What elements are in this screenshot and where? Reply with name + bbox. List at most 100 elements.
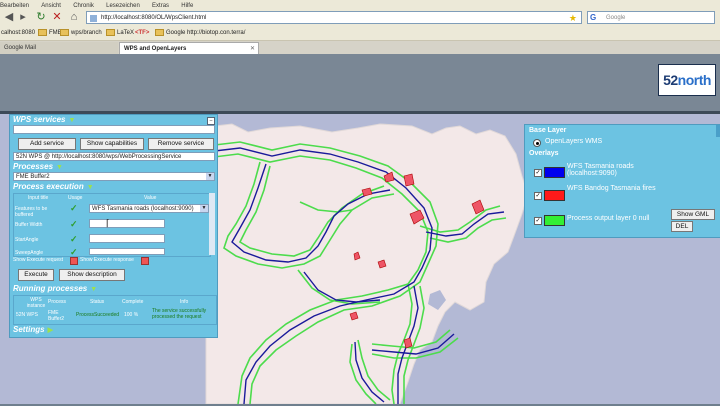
exec-row-label: Buffer Width (15, 222, 43, 228)
base-layer-label: OpenLayers WMS (545, 138, 603, 145)
exec-row-label: SweepAngle (15, 250, 44, 256)
response-xml-icon[interactable] (141, 257, 149, 265)
processes-header[interactable]: Processes ▼ (13, 162, 63, 171)
bookmark-google[interactable]: Google (155, 27, 185, 40)
overlay-checkbox-roads[interactable]: ✓ (534, 169, 542, 177)
page-favicon-icon (90, 15, 97, 22)
layer-switcher-panel: Base Layer OpenLayers WMS Overlays ✓ WFS… (524, 124, 720, 238)
process-execution-header[interactable]: Process execution ▼ (13, 182, 94, 191)
text-cursor-icon: ⌈ (106, 218, 110, 228)
delete-layer-button[interactable]: DEL (671, 221, 693, 232)
chevron-down-icon: ▼ (200, 205, 208, 212)
chevron-down-icon: ▼ (206, 173, 214, 180)
browser-menubar: Bearbeiten Ansicht Chronik Lesezeichen E… (0, 0, 720, 9)
exec-header-usage: Usage (68, 195, 83, 201)
check-icon: ✓ (70, 234, 78, 244)
bookmark-biotop[interactable]: http://biotop.con.terra/ (187, 27, 245, 40)
bookmark-wps-branch[interactable]: wps/branch (60, 27, 102, 40)
execution-table: Input title Usage Value Features to be b… (13, 193, 211, 257)
show-execute-response-link[interactable]: Show Execute response (80, 257, 134, 263)
folder-icon (60, 28, 69, 36)
overlays-header: Overlays (529, 150, 559, 157)
show-description-button[interactable]: Show description (59, 269, 125, 281)
url-bar[interactable]: http://localhost:8080/OL/WpsClient.html … (86, 11, 582, 24)
reload-icon[interactable]: ↻ (34, 11, 48, 24)
collapse-layer-switcher-button[interactable] (716, 125, 720, 137)
overlay-checkbox-fires[interactable]: ✓ (534, 192, 542, 200)
home-icon[interactable]: ⌂ (67, 11, 81, 24)
exec-row-label: StartAngle (15, 237, 39, 243)
search-placeholder: Google (606, 15, 626, 21)
search-input[interactable]: G Google (587, 11, 715, 24)
process-select[interactable]: FME Buffer2 ▼ (13, 172, 215, 181)
execution-scrollbar[interactable] (209, 193, 215, 255)
tab-wps-openlayers[interactable]: WPS and OpenLayers ✕ (119, 42, 259, 54)
running-processes-header[interactable]: Running processes ▼ (13, 284, 97, 293)
bookmark-tf[interactable]: <TF> (135, 27, 149, 40)
running-header-instance: WPS instance (26, 297, 46, 309)
running-header-info: Info (180, 299, 189, 305)
52north-logo: 52north (658, 64, 716, 96)
running-cell-process: FME Buffer2 (48, 310, 65, 322)
back-icon[interactable]: ◀ (2, 11, 16, 24)
show-execute-request-link[interactable]: Show Execute request (13, 257, 63, 263)
request-xml-icon[interactable] (70, 257, 78, 265)
folder-icon (155, 28, 164, 36)
collapse-triangle-icon: ▼ (86, 184, 94, 191)
show-capabilities-button[interactable]: Show capabilities (80, 138, 144, 150)
running-cell-info: The service successfully processed the r… (152, 308, 207, 320)
features-select[interactable]: WFS Tasmania roads (localhost:9090) ▼ (89, 204, 209, 213)
running-cell-complete: 100 % (124, 312, 139, 318)
wps-client-panel: – WPS services ▼ Add service Show capabil… (9, 114, 218, 338)
running-header-process: Process (48, 299, 67, 305)
bookmark-fme[interactable]: FME (38, 27, 62, 40)
running-cell-status: ProcessSucceeded (76, 312, 120, 318)
expand-triangle-icon: ▶ (47, 327, 53, 334)
running-header-complete: Complete (122, 299, 144, 305)
running-processes-table: WPS instance Process Status Complete Inf… (13, 295, 217, 325)
bookmark-localhost[interactable]: calhost:8080 (1, 27, 35, 40)
service-url-input[interactable] (13, 125, 215, 134)
execute-button[interactable]: Execute (18, 269, 54, 281)
remove-service-button[interactable]: Remove service (148, 138, 214, 150)
overlay-checkbox-process-output[interactable]: ✓ (534, 217, 542, 225)
url-text: http://localhost:8080/OL/WpsClient.html (101, 15, 207, 21)
wps-services-header[interactable]: WPS services ▼ (13, 115, 75, 124)
stop-icon[interactable]: ✕ (50, 11, 64, 24)
exec-header-input: Input title (28, 195, 49, 201)
minimize-panel-icon[interactable]: – (207, 117, 215, 125)
bookmarks-toolbar: calhost:8080 FME wps/branch LaTeX <TF> G… (0, 27, 720, 41)
sweep-angle-input[interactable] (89, 248, 165, 255)
overlay-label-roads: WFS Tasmania roads (localhost:9090) (567, 163, 634, 177)
check-icon: ✓ (70, 203, 78, 213)
overlay-swatch-fires (544, 190, 565, 201)
show-gml-button[interactable]: Show GML (671, 209, 715, 220)
tab-bar: Google Mail WPS and OpenLayers ✕ (0, 41, 720, 54)
running-cell-instance: 52N WPS (16, 312, 38, 318)
running-header-status: Status (90, 299, 105, 305)
overlay-label-process-output: Process output layer 0 null (567, 215, 650, 222)
tab-google-mail[interactable]: Google Mail (0, 42, 118, 54)
settings-header[interactable]: Settings ▶ (13, 325, 53, 334)
exec-header-value: Value (144, 195, 157, 201)
service-select[interactable]: 52N WPS @ http://localhost:8080/wps/WebP… (13, 152, 215, 161)
collapse-triangle-icon: ▼ (56, 164, 63, 171)
collapse-triangle-icon: ▼ (90, 286, 98, 293)
check-icon: ✓ (70, 219, 78, 229)
fire-polygon (403, 173, 415, 187)
buffer-width-input[interactable] (89, 219, 165, 228)
bookmark-latex[interactable]: LaTeX (106, 27, 134, 40)
add-service-button[interactable]: Add service (18, 138, 76, 150)
overlay-label-fires: WFS Bandog Tasmania fires (567, 185, 656, 192)
start-angle-input[interactable] (89, 234, 165, 243)
folder-icon (38, 28, 47, 36)
app-header: 52north (0, 54, 720, 114)
exec-row-label: Features to be buffered (15, 206, 48, 218)
overlay-swatch-roads (544, 167, 565, 178)
bookmark-star-icon[interactable]: ★ (569, 12, 577, 24)
collapse-triangle-icon: ▼ (68, 117, 76, 124)
google-search-icon: G (590, 13, 597, 22)
overlay-swatch-process-output (544, 215, 565, 226)
forward-icon[interactable]: ▸ (16, 11, 30, 24)
base-layer-radio[interactable] (533, 139, 541, 147)
